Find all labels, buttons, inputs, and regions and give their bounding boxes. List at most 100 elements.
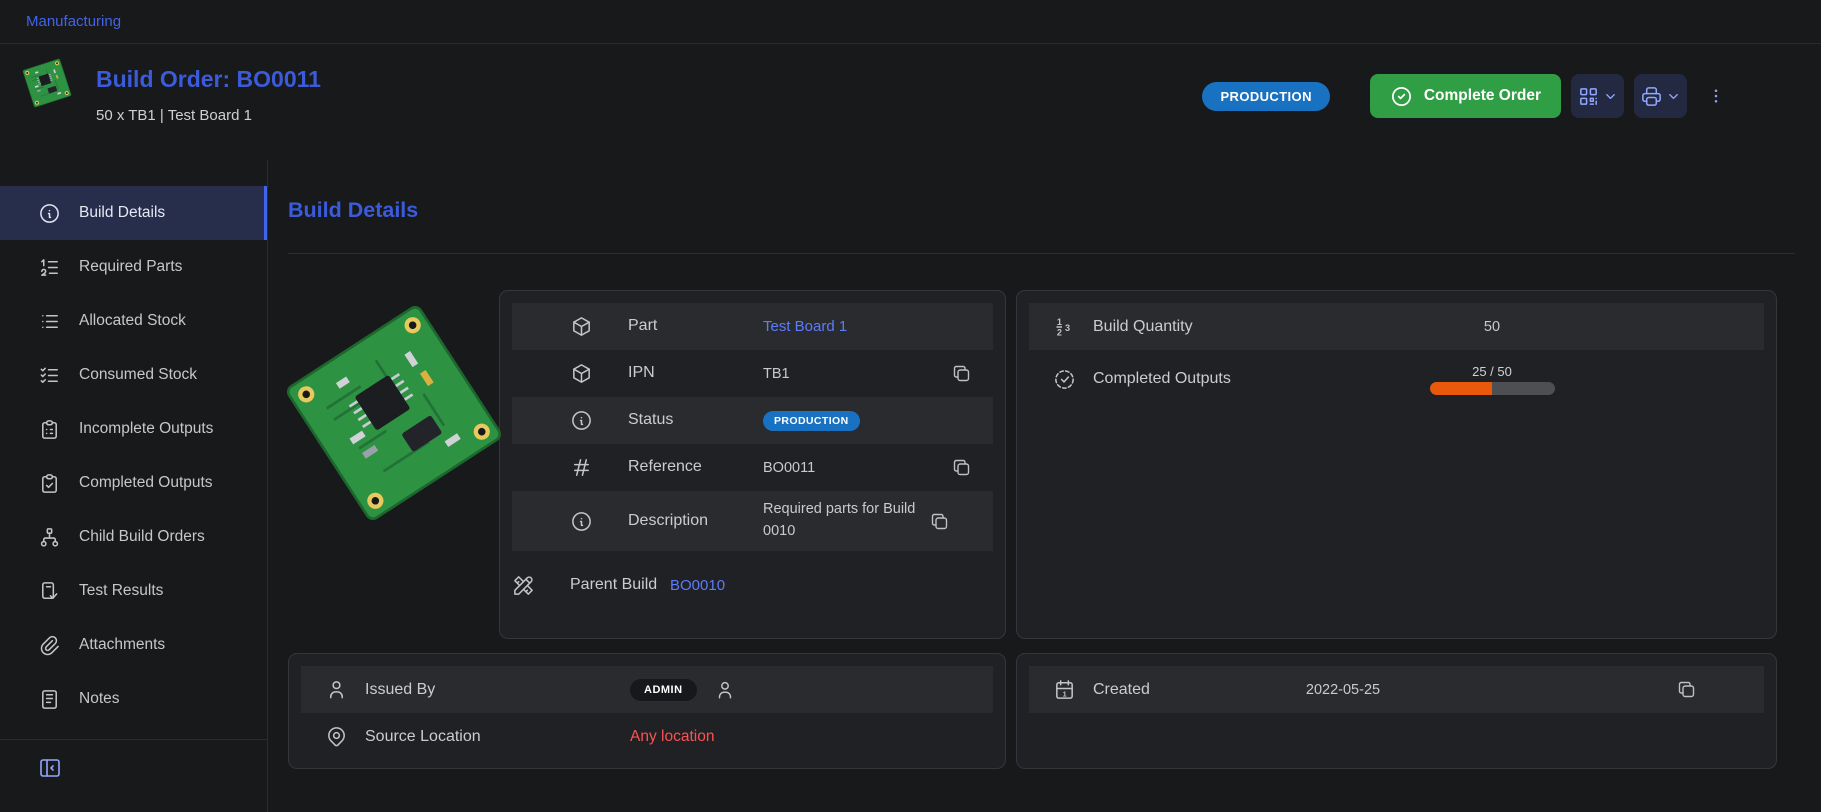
info-circle-icon xyxy=(570,409,593,432)
pcb-image xyxy=(281,301,505,525)
table-row-part: Part Test Board 1 xyxy=(512,303,993,350)
copy-icon xyxy=(951,457,972,478)
sidebar-item-build-details[interactable]: Build Details xyxy=(0,186,267,240)
table-row-completed-outputs: Completed Outputs 25 / 50 xyxy=(1029,350,1764,408)
header-actions: PRODUCTION Complete Order xyxy=(1202,74,1731,118)
reference-value: BO0011 xyxy=(763,460,943,476)
sidebar-item-allocated-stock[interactable]: Allocated Stock xyxy=(0,294,267,348)
issued-by-badge: ADMIN xyxy=(630,679,697,701)
section-divider xyxy=(288,253,1795,254)
status-badge: PRODUCTION xyxy=(1202,82,1329,111)
description-value: Required parts for Build 0010 xyxy=(763,499,921,543)
created-value: 2022-05-25 xyxy=(1243,682,1443,698)
table-row-status: Status PRODUCTION xyxy=(512,397,993,444)
sidebar-item-attachments[interactable]: Attachments xyxy=(0,618,267,672)
sidebar-item-incomplete-outputs[interactable]: Incomplete Outputs xyxy=(0,402,267,456)
completed-outputs-progress-fill xyxy=(1430,382,1493,395)
table-row-build-quantity: Build Quantity 50 xyxy=(1029,303,1764,350)
collapse-sidebar-button[interactable] xyxy=(38,754,66,782)
table-row-ipn: IPN TB1 xyxy=(512,350,993,397)
ipn-value: TB1 xyxy=(763,366,943,382)
progress-text: 25 / 50 xyxy=(1472,364,1512,379)
hierarchy-icon xyxy=(38,526,61,549)
source-location-label: Source Location xyxy=(365,728,630,746)
one-two-three-icon xyxy=(1053,315,1076,338)
page-title: Build Order: BO0011 xyxy=(96,66,321,93)
sidebar-divider xyxy=(0,739,267,740)
list-check-icon xyxy=(38,364,61,387)
header-titles: Build Order: BO0011 50 x TB1 | Test Boar… xyxy=(96,58,321,124)
copy-button[interactable] xyxy=(921,511,957,532)
copy-button[interactable] xyxy=(943,457,979,478)
sidebar-item-consumed-stock[interactable]: Consumed Stock xyxy=(0,348,267,402)
user-icon xyxy=(714,679,736,701)
user-icon xyxy=(325,678,348,701)
copy-icon xyxy=(951,363,972,384)
barcode-actions-button[interactable] xyxy=(1571,74,1624,118)
table-row-issued-by: Issued By ADMIN xyxy=(301,666,993,713)
sidebar-item-completed-outputs[interactable]: Completed Outputs xyxy=(0,456,267,510)
sidebar-item-label: Child Build Orders xyxy=(79,528,205,546)
sidebar-item-label: Notes xyxy=(79,690,120,708)
issued-by-label: Issued By xyxy=(365,681,630,699)
table-row-parent-build: Parent Build BO0010 xyxy=(512,551,993,619)
info-circle-icon xyxy=(570,510,593,533)
sidebar-item-required-parts[interactable]: Required Parts xyxy=(0,240,267,294)
table-row-created: Created 2022-05-25 xyxy=(1029,666,1764,713)
file-check-icon xyxy=(38,580,61,603)
sidebar-item-label: Required Parts xyxy=(79,258,182,276)
build-order-page: Manufacturing Build Order: BO0011 50 x T… xyxy=(0,0,1821,812)
status-label: Status xyxy=(628,409,763,431)
created-card: Created 2022-05-25 xyxy=(1016,653,1777,769)
source-location-value: Any location xyxy=(630,728,714,746)
more-actions-button[interactable] xyxy=(1701,74,1731,118)
copy-button[interactable] xyxy=(1668,679,1704,700)
complete-order-button[interactable]: Complete Order xyxy=(1370,74,1561,118)
clipboard-check-icon xyxy=(38,472,61,495)
sidebar-item-label: Completed Outputs xyxy=(79,474,213,492)
page-header: Build Order: BO0011 50 x TB1 | Test Boar… xyxy=(0,44,1821,160)
pcb-thumbnail-image xyxy=(22,58,72,108)
progress-track xyxy=(1430,382,1555,395)
parent-build-label: Parent Build xyxy=(570,574,670,596)
details-grid: Part Test Board 1 IPN TB1 Status xyxy=(288,290,1821,769)
map-pin-icon xyxy=(325,725,348,748)
build-details-cell: Part Test Board 1 IPN TB1 Status xyxy=(288,290,1006,639)
table-row-description: Description Required parts for Build 001… xyxy=(512,491,993,551)
copy-button[interactable] xyxy=(943,363,979,384)
sidebar-item-label: Allocated Stock xyxy=(79,312,186,330)
circle-check-icon xyxy=(1390,85,1413,108)
page-subtitle: 50 x TB1 | Test Board 1 xyxy=(96,107,321,124)
sidebar-item-label: Incomplete Outputs xyxy=(79,420,213,438)
part-link[interactable]: Test Board 1 xyxy=(763,318,847,335)
sidebar-item-notes[interactable]: Notes xyxy=(0,672,267,726)
sidebar: Build Details Required Parts Allocated S… xyxy=(0,160,268,812)
list-icon xyxy=(38,310,61,333)
box-icon xyxy=(570,362,593,385)
notes-icon xyxy=(38,688,61,711)
quantities-card: Build Quantity 50 Completed Outputs 25 /… xyxy=(1016,290,1777,639)
table-row-reference: Reference BO0011 xyxy=(512,444,993,491)
chevron-down-icon xyxy=(1666,89,1681,104)
parent-build-link[interactable]: BO0010 xyxy=(670,577,725,594)
part-image[interactable] xyxy=(288,290,499,639)
breadcrumb-manufacturing-link[interactable]: Manufacturing xyxy=(26,13,121,30)
sidebar-collapse-icon xyxy=(38,756,62,780)
print-actions-button[interactable] xyxy=(1634,74,1687,118)
created-label: Created xyxy=(1093,681,1243,699)
part-thumbnail[interactable] xyxy=(22,58,72,108)
status-badge-small: PRODUCTION xyxy=(763,411,860,431)
build-quantity-label: Build Quantity xyxy=(1093,318,1392,336)
list-numbers-icon xyxy=(38,256,61,279)
complete-order-label: Complete Order xyxy=(1424,87,1541,105)
sidebar-item-test-results[interactable]: Test Results xyxy=(0,564,267,618)
qrcode-icon xyxy=(1577,85,1600,108)
printer-icon xyxy=(1640,85,1663,108)
build-quantity-value: 50 xyxy=(1392,319,1592,335)
completed-outputs-label: Completed Outputs xyxy=(1093,370,1392,388)
description-label: Description xyxy=(628,510,763,532)
sidebar-item-child-build-orders[interactable]: Child Build Orders xyxy=(0,510,267,564)
info-circle-icon xyxy=(38,202,61,225)
copy-icon xyxy=(929,511,950,532)
main-content: Build Details Part Test Board 1 xyxy=(268,160,1821,812)
